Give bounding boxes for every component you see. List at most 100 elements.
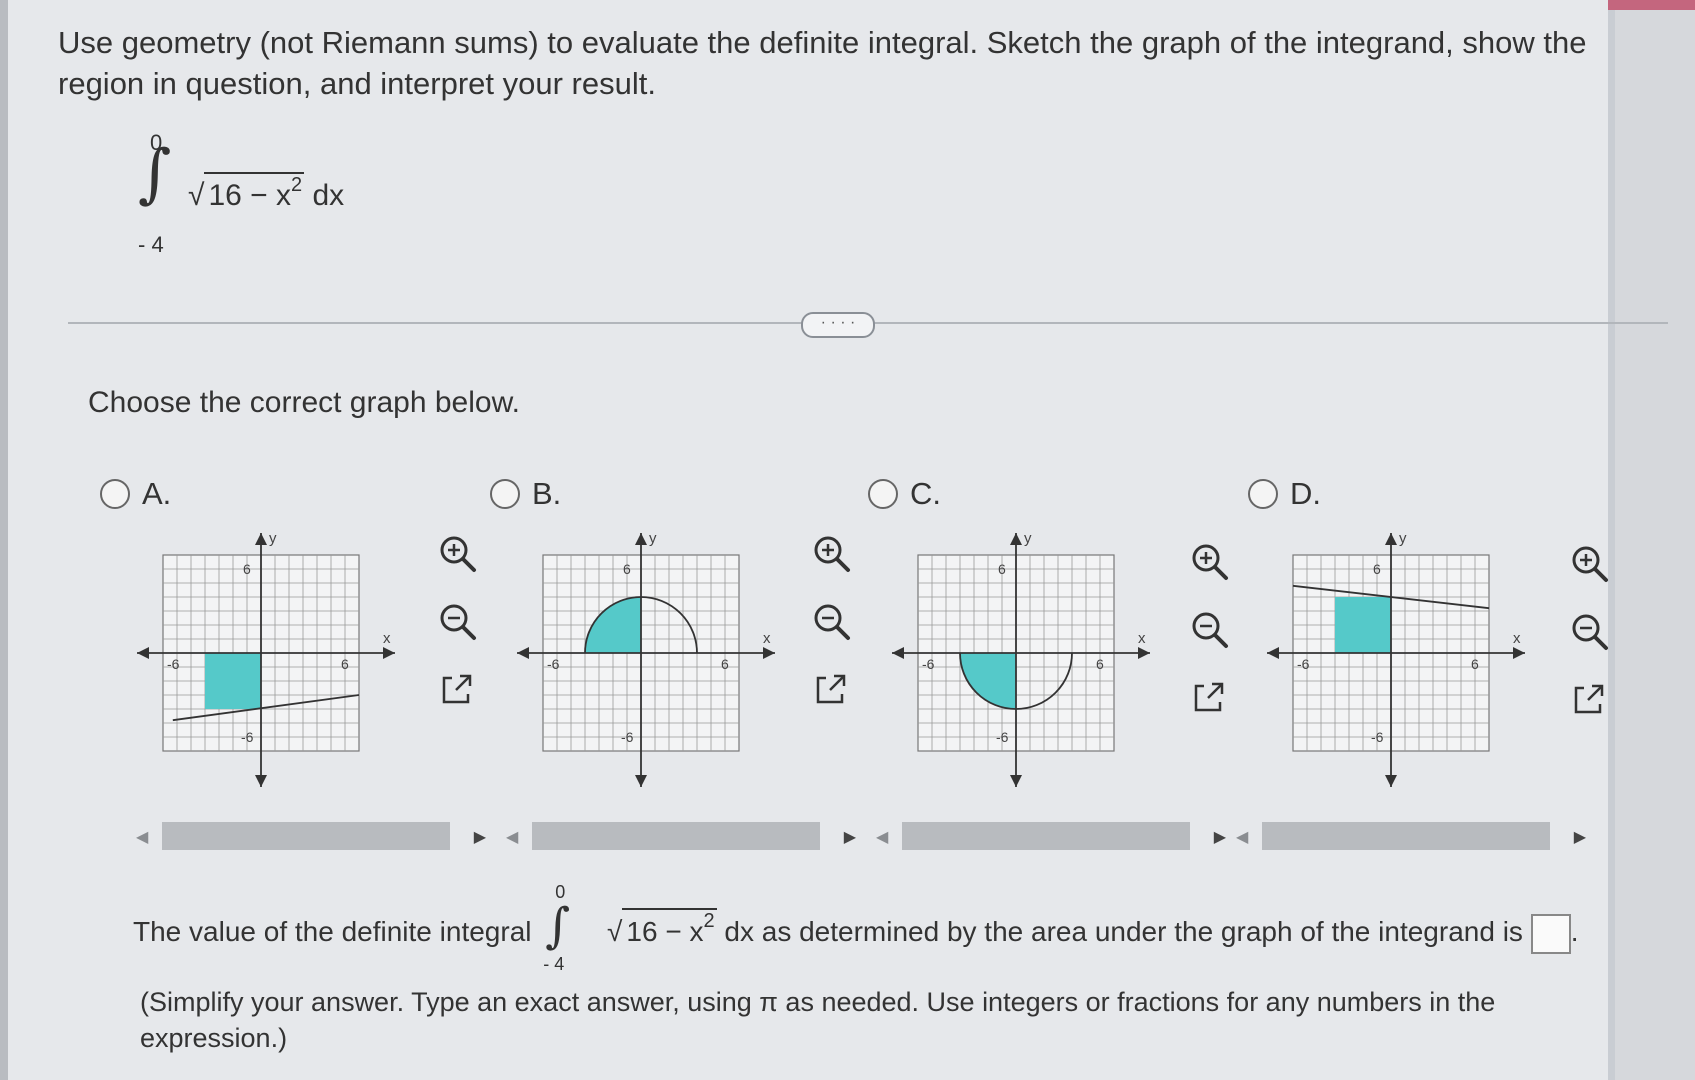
tick-label-x-neg6: -6 — [167, 656, 180, 672]
scroll-right-arrow-icon[interactable]: ▶ — [844, 827, 856, 847]
scroll-track[interactable] — [162, 822, 450, 850]
radio-c[interactable] — [868, 479, 898, 509]
shaded-region — [205, 653, 261, 709]
radicand: 16 − x2 — [204, 172, 305, 213]
answer-input[interactable] — [1530, 913, 1571, 954]
y-axis-down-arrow — [1385, 775, 1397, 787]
zoom-out-icon[interactable] — [1188, 608, 1232, 652]
scroll-track[interactable] — [902, 822, 1190, 850]
tick-label-x-neg6: -6 — [547, 656, 560, 672]
tick-label-y-6: 6 — [1373, 561, 1381, 577]
shaded-region — [1335, 597, 1391, 653]
option-a-label: A. — [142, 476, 172, 511]
answer-suffix: dx as determined by the area under the g… — [724, 916, 1523, 947]
radical-sign: √ — [188, 179, 205, 212]
y-axis-up-arrow — [635, 533, 647, 545]
scroll-track[interactable] — [532, 822, 820, 850]
zoom-out-icon[interactable] — [1568, 610, 1612, 654]
graph-option-b: y x 6 -6 -6 6 — [517, 530, 775, 787]
zoom-in-icon[interactable] — [1188, 540, 1232, 584]
popout-icon[interactable] — [436, 668, 480, 712]
inline-exponent: 2 — [703, 910, 715, 932]
integral-expression: ∫ 0 - 4 √ 16 − x2 dx — [138, 130, 398, 260]
x-axis-right-arrow — [763, 647, 775, 659]
x-axis-left-arrow — [1267, 647, 1279, 659]
y-axis-label: y — [1399, 530, 1407, 547]
radicand-text: 16 − x — [208, 179, 292, 212]
tick-label-y-neg6: -6 — [621, 729, 634, 745]
tick-label-x-6: 6 — [721, 656, 729, 672]
question-text: Use geometry (not Riemann sums) to evalu… — [58, 25, 1587, 101]
y-axis-label: y — [649, 530, 657, 547]
inline-integral-sign: ∫ — [545, 897, 571, 954]
y-axis-up-arrow — [1385, 533, 1397, 545]
option-c-label: C. — [910, 476, 941, 511]
option-c[interactable]: C. — [868, 476, 941, 512]
scroll-left-arrow-icon[interactable]: ◀ — [506, 827, 518, 847]
upper-limit: 0 — [150, 130, 163, 155]
radio-d[interactable] — [1248, 479, 1278, 509]
zoom-out-icon[interactable] — [436, 600, 480, 644]
tick-label-y-6: 6 — [243, 561, 251, 577]
scroll-track[interactable] — [1262, 822, 1550, 850]
inline-radicand-text: 16 − x — [626, 916, 704, 947]
tick-label-y-6: 6 — [623, 561, 631, 577]
answer-prefix: The value of the definite integral — [133, 916, 532, 947]
answer-line: The value of the definite integral ∫ 0 -… — [133, 882, 1653, 974]
x-axis-label: x — [763, 630, 771, 647]
integrand: √ 16 − x2 dx — [188, 172, 344, 213]
y-axis-up-arrow — [1010, 533, 1022, 545]
zoom-in-icon[interactable] — [810, 532, 854, 576]
scroll-right-arrow-icon[interactable]: ▶ — [1214, 827, 1226, 847]
scroll-left-arrow-icon[interactable]: ◀ — [1236, 827, 1248, 847]
popout-icon[interactable] — [810, 668, 854, 712]
tools-c — [1188, 540, 1238, 744]
tick-label-x-6: 6 — [1096, 656, 1104, 672]
x-axis-left-arrow — [892, 647, 904, 659]
radio-b[interactable] — [490, 479, 520, 509]
popout-icon[interactable] — [1188, 676, 1232, 720]
scrollbar-c[interactable]: ◀ ▶ — [876, 822, 1226, 852]
y-axis-label: y — [1024, 530, 1032, 547]
tools-b — [810, 532, 860, 736]
zoom-in-icon[interactable] — [1568, 542, 1612, 586]
scroll-right-arrow-icon[interactable]: ▶ — [1574, 827, 1586, 847]
inline-radicand: 16 − x2 — [622, 908, 717, 948]
tick-label-x-6: 6 — [1471, 656, 1479, 672]
scroll-left-arrow-icon[interactable]: ◀ — [136, 827, 148, 847]
x-axis-right-arrow — [383, 647, 395, 659]
y-axis-down-arrow — [635, 775, 647, 787]
more-button[interactable]: · · · · — [801, 312, 875, 338]
option-a[interactable]: A. — [100, 476, 171, 512]
tools-d — [1568, 542, 1618, 746]
inline-integral: ∫ 0 - 4 — [539, 882, 599, 974]
x-axis-label: x — [1513, 630, 1521, 647]
zoom-in-icon[interactable] — [436, 532, 480, 576]
option-d[interactable]: D. — [1248, 476, 1321, 512]
top-accent-bar — [1605, 0, 1695, 10]
scrollbar-a[interactable]: ◀ ▶ — [136, 822, 486, 852]
scroll-left-arrow-icon[interactable]: ◀ — [876, 827, 888, 847]
graph-option-d: y x 6 -6 -6 6 — [1267, 530, 1525, 787]
option-b-label: B. — [532, 476, 562, 511]
option-d-label: D. — [1290, 476, 1321, 511]
tick-label-x-6: 6 — [341, 656, 349, 672]
zoom-out-icon[interactable] — [810, 600, 854, 644]
tick-label-y-neg6: -6 — [1371, 729, 1384, 745]
popout-icon[interactable] — [1568, 678, 1612, 722]
x-axis-right-arrow — [1138, 647, 1150, 659]
choose-prompt: Choose the correct graph below. — [88, 386, 520, 419]
x-axis-left-arrow — [517, 647, 529, 659]
left-edge — [0, 0, 8, 1080]
y-axis-up-arrow — [255, 533, 267, 545]
x-axis-right-arrow — [1513, 647, 1525, 659]
tick-label-y-neg6: -6 — [996, 729, 1009, 745]
scrollbar-b[interactable]: ◀ ▶ — [506, 822, 856, 852]
tick-label-x-neg6: -6 — [922, 656, 935, 672]
radio-a[interactable] — [100, 479, 130, 509]
x-axis-left-arrow — [137, 647, 149, 659]
scrollbar-d[interactable]: ◀ ▶ — [1236, 822, 1586, 852]
graph-option-c: y x 6 -6 -6 6 — [892, 530, 1150, 787]
scroll-right-arrow-icon[interactable]: ▶ — [474, 827, 486, 847]
option-b[interactable]: B. — [490, 476, 561, 512]
